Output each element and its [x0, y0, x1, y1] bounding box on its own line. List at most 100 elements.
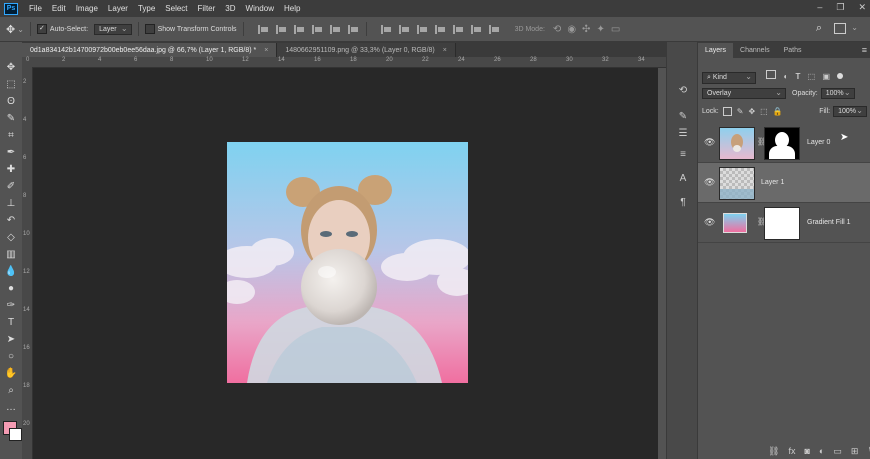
align-right-edges-icon[interactable]	[347, 24, 360, 34]
layer-style-icon[interactable]: fx	[788, 446, 795, 457]
eyedropper-tool-icon[interactable]: ✒	[4, 145, 18, 159]
close-tab-icon[interactable]: ×	[264, 47, 268, 54]
menu-help[interactable]: Help	[279, 4, 305, 13]
hand-tool-icon[interactable]: ✋	[4, 366, 18, 380]
menu-edit[interactable]: Edit	[47, 4, 71, 13]
lock-image-icon[interactable]: ✎	[737, 107, 744, 116]
type-tool-icon[interactable]: T	[4, 315, 18, 329]
lasso-tool-icon[interactable]: ʘ	[4, 94, 18, 108]
menu-image[interactable]: Image	[71, 4, 103, 13]
restore-button[interactable]: ❐	[836, 2, 844, 13]
3d-orbit-icon[interactable]: ⟲	[553, 24, 561, 35]
distribute-right-icon[interactable]	[470, 24, 483, 34]
fill-input[interactable]: 100%	[833, 106, 867, 117]
marquee-tool-icon[interactable]: ⬚	[4, 77, 18, 91]
blur-tool-icon[interactable]: 💧	[4, 264, 18, 278]
distribute-left-icon[interactable]	[434, 24, 447, 34]
brush-settings-icon[interactable]: ✎	[676, 110, 690, 122]
menu-type[interactable]: Type	[133, 4, 160, 13]
filter-adjustment-icon[interactable]: ◐	[783, 72, 788, 81]
move-tool-icon[interactable]: ✥	[6, 23, 15, 36]
auto-select-checkbox[interactable]: ✓	[36, 24, 47, 34]
align-bottom-edges-icon[interactable]	[293, 24, 306, 34]
3d-slide-icon[interactable]: ✦	[596, 24, 604, 35]
distribute-top-icon[interactable]	[380, 24, 393, 34]
distribute-bottom-icon[interactable]	[416, 24, 429, 34]
menu-select[interactable]: Select	[160, 4, 192, 13]
distribute-hcenter-icon[interactable]	[452, 24, 465, 34]
layer-row[interactable]: 👁 Layer 1	[698, 163, 870, 203]
minimize-button[interactable]: –	[817, 2, 822, 13]
auto-align-icon[interactable]	[488, 24, 501, 34]
background-color-swatch[interactable]	[9, 428, 22, 441]
menu-layer[interactable]: Layer	[103, 4, 133, 13]
tool-preset-dropdown-icon[interactable]: ⌄	[17, 25, 24, 34]
dodge-tool-icon[interactable]: ●	[4, 281, 18, 295]
layer-row[interactable]: 👁 ⛓ Layer 0 ➤	[698, 123, 870, 163]
new-layer-icon[interactable]: ⊞	[851, 446, 859, 457]
history-panel-icon[interactable]: ⟲	[676, 84, 690, 96]
crop-tool-icon[interactable]: ⌗	[4, 128, 18, 142]
tab-layers[interactable]: Layers	[698, 43, 734, 58]
3d-pan-icon[interactable]: ✣	[582, 24, 590, 35]
align-left-edges-icon[interactable]	[311, 24, 324, 34]
filter-shape-icon[interactable]: ⬚	[808, 72, 816, 81]
menu-filter[interactable]: Filter	[193, 4, 221, 13]
align-horizontal-centers-icon[interactable]	[329, 24, 342, 34]
visibility-eye-icon[interactable]: 👁	[704, 217, 715, 227]
adjustments-icon[interactable]: ☰	[676, 127, 690, 139]
adjustment-layer-icon[interactable]: ◐	[819, 446, 824, 457]
blend-mode-dropdown[interactable]: Overlay	[702, 88, 786, 99]
menu-file[interactable]: File	[24, 4, 47, 13]
layer-name[interactable]: Layer 0	[807, 139, 830, 146]
path-selection-tool-icon[interactable]: ➤	[4, 332, 18, 346]
lock-artboard-icon[interactable]: ⬚	[760, 107, 768, 116]
gradient-tool-icon[interactable]: ▥	[4, 247, 18, 261]
ellipse-tool-icon[interactable]: ○	[4, 349, 18, 363]
lock-all-icon[interactable]: 🔒	[773, 107, 783, 116]
character-panel-icon[interactable]: A	[676, 172, 690, 184]
properties-icon[interactable]: ≡	[676, 148, 690, 160]
move-tool-icon[interactable]: ✥	[4, 60, 18, 74]
filter-kind-dropdown[interactable]: ⌕ Kind	[702, 72, 756, 84]
filter-pixel-icon[interactable]	[766, 70, 777, 79]
align-top-edges-icon[interactable]	[257, 24, 270, 34]
menu-3d[interactable]: 3D	[220, 4, 240, 13]
pen-tool-icon[interactable]: ✑	[4, 298, 18, 312]
tab-document-2[interactable]: 1480662951109.png @ 33,3% (Layer 0, RGB/…	[277, 43, 456, 57]
link-layers-icon[interactable]: ⛓	[768, 446, 779, 457]
layer-mask-thumbnail[interactable]	[764, 127, 800, 160]
search-icon[interactable]: ⌕	[816, 22, 822, 35]
more-tools-icon[interactable]: …	[4, 400, 18, 414]
workspace-dropdown-icon[interactable]: ⌄	[851, 23, 858, 32]
tab-document-1[interactable]: 0d1a834142b14700972b00eb0ee56daa.jpg @ 6…	[22, 43, 278, 57]
layer-mask-thumbnail[interactable]	[764, 207, 800, 240]
visibility-eye-icon[interactable]: 👁	[704, 137, 715, 147]
paragraph-panel-icon[interactable]: ¶	[676, 196, 690, 208]
clone-stamp-tool-icon[interactable]: ⊥	[4, 196, 18, 210]
panel-menu-icon[interactable]: ≡	[862, 45, 867, 55]
layer-name[interactable]: Gradient Fill 1	[807, 219, 851, 226]
new-group-icon[interactable]: ▭	[833, 446, 842, 457]
distribute-vcenter-icon[interactable]	[398, 24, 411, 34]
layer-row[interactable]: 👁 ⛓ Gradient Fill 1	[698, 203, 870, 243]
workspace-icon[interactable]	[834, 23, 846, 34]
layer-name[interactable]: Layer 1	[761, 179, 784, 186]
filter-toggle-icon[interactable]	[837, 73, 844, 79]
zoom-tool-icon[interactable]: ⌕	[4, 383, 18, 397]
opacity-input[interactable]: 100%	[820, 88, 855, 99]
lock-transparent-icon[interactable]	[722, 107, 732, 116]
auto-select-dropdown[interactable]: Layer	[94, 23, 132, 35]
tab-channels[interactable]: Channels	[733, 43, 777, 58]
menu-window[interactable]: Window	[241, 4, 279, 13]
quick-selection-tool-icon[interactable]: ✎	[4, 111, 18, 125]
visibility-eye-icon[interactable]: 👁	[704, 177, 715, 187]
align-vertical-centers-icon[interactable]	[275, 24, 288, 34]
add-mask-icon[interactable]: ◙	[804, 446, 809, 457]
history-brush-tool-icon[interactable]: ↶	[4, 213, 18, 227]
tab-paths[interactable]: Paths	[777, 43, 809, 58]
3d-roll-icon[interactable]: ◉	[567, 24, 576, 35]
3d-scale-icon[interactable]: ▭	[611, 24, 620, 35]
document-image[interactable]	[227, 142, 468, 383]
close-button[interactable]: ✕	[858, 2, 866, 13]
